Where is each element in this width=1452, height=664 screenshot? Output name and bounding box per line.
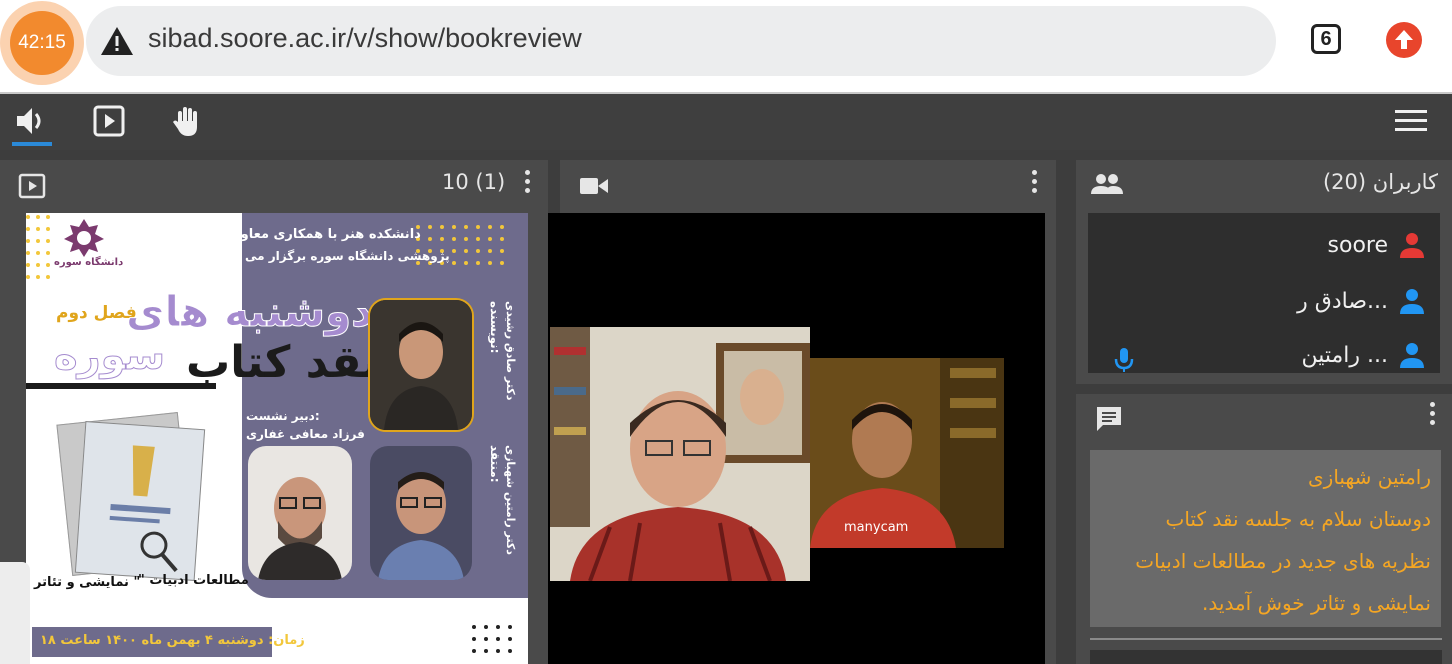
user-name: soore xyxy=(1327,232,1388,258)
video-options-icon[interactable] xyxy=(1030,170,1038,198)
poster-org-line1: دانشکده هنر با همکاری معاونت xyxy=(222,227,421,242)
critic-name: دکتر رامتین شهبازی xyxy=(504,445,517,555)
poster-season: فصل دوم xyxy=(56,303,137,323)
poster-title-2: سوره xyxy=(53,333,166,380)
video-stream[interactable]: manycam xyxy=(548,213,1045,664)
secretary-name: فرزاد معافی غفاری xyxy=(246,427,365,441)
active-indicator xyxy=(12,142,52,146)
chat-message: رامتین شهبازی دوستان سلام به جلسه نقد کت… xyxy=(1090,450,1441,627)
secretary-label: دبیر نشست: xyxy=(246,409,320,423)
user-item[interactable]: رامتین ... xyxy=(1301,341,1426,369)
warning-icon[interactable] xyxy=(100,26,134,56)
chat-line: دوستان سلام به جلسه نقد کتاب xyxy=(1165,507,1432,531)
user-icon xyxy=(1400,289,1424,314)
users-icon xyxy=(1091,174,1123,194)
presentation-icon[interactable] xyxy=(88,100,130,142)
secretary-photo xyxy=(248,446,352,580)
chat-line: نظریه های جدید در مطالعات ادبیات xyxy=(1135,549,1431,573)
slide-nav-handle[interactable] xyxy=(0,562,30,664)
poster-dots-bottom xyxy=(472,625,520,661)
poster-title-underline xyxy=(26,383,216,389)
chat-icon xyxy=(1097,407,1121,431)
poster-title-1: دوشنبه های xyxy=(126,287,374,337)
camera-icon xyxy=(580,178,608,194)
url-text[interactable]: sibad.soore.ac.ir/v/show/bookreview xyxy=(148,23,582,54)
update-icon[interactable] xyxy=(1386,22,1422,58)
critic-photo xyxy=(370,446,472,580)
chat-input[interactable] xyxy=(1090,650,1442,664)
chat-line: نمایشی و تئاتر خوش آمدید. xyxy=(1202,591,1431,615)
user-icon xyxy=(1400,343,1424,368)
browser-bar: 42:15 sibad.soore.ac.ir/v/show/bookrevie… xyxy=(0,0,1452,94)
chat-divider xyxy=(1090,638,1442,640)
chat-options-icon[interactable] xyxy=(1428,402,1436,430)
tab-count: 6 xyxy=(1320,27,1332,50)
users-title: کاربران (20) xyxy=(1322,170,1438,194)
user-name: رامتین ... xyxy=(1301,342,1388,368)
chat-sender: رامتین شهبازی xyxy=(1308,465,1431,489)
camera-feed-presenter xyxy=(550,327,810,581)
timer-text: 42:15 xyxy=(10,11,74,75)
menu-icon[interactable] xyxy=(1390,100,1432,142)
user-item[interactable]: صادق ر... xyxy=(1297,287,1426,315)
author-photo xyxy=(368,298,474,432)
speaker-icon[interactable] xyxy=(10,100,52,142)
author-label: نویسنده: xyxy=(488,301,502,354)
user-item[interactable]: soore xyxy=(1328,231,1426,259)
session-toolbar xyxy=(0,94,1452,150)
poster-time: زمان: دوشنبه ۴ بهمن ماه ۱۴۰۰ ساعت ۱۸ xyxy=(40,633,305,648)
critic-label: منتقد: xyxy=(488,445,502,483)
author-name: دکتر صادق رشیدی xyxy=(504,301,517,401)
microphone-icon xyxy=(1114,348,1134,372)
book-cover xyxy=(74,420,206,582)
presentation-header: 10 (1) xyxy=(0,160,548,210)
tab-switcher-button[interactable]: 6 xyxy=(1311,24,1341,54)
page-indicator[interactable]: 10 (1) xyxy=(442,170,505,194)
book-title-b: نمایشی و تئاتر " xyxy=(34,575,141,590)
university-logo-icon xyxy=(64,219,104,257)
slide-icon xyxy=(18,173,46,199)
poster-title-3: نقد کتاب xyxy=(186,337,380,388)
address-bar[interactable]: sibad.soore.ac.ir/v/show/bookreview xyxy=(86,6,1276,76)
university-label: دانشگاه سوره xyxy=(54,257,124,268)
book-title-a: " مطالعات ادبیات xyxy=(138,573,249,588)
user-name: صادق ر... xyxy=(1297,288,1388,314)
poster-time-banner: زمان: دوشنبه ۴ بهمن ماه ۱۴۰۰ ساعت ۱۸ xyxy=(32,627,305,657)
recording-timer[interactable]: 42:15 xyxy=(0,1,86,85)
raise-hand-icon[interactable] xyxy=(166,100,208,142)
video-watermark: manycam xyxy=(844,520,909,535)
presentation-slide: دانشگاه سوره دانشکده هنر با همکاری معاون… xyxy=(26,213,528,664)
poster-dots-left xyxy=(26,215,56,287)
presentation-options-icon[interactable] xyxy=(523,170,531,198)
users-list: soore صادق ر... رامتین ... xyxy=(1088,213,1440,373)
poster-org-line2: پژوهشی دانشگاه سوره برگزار می کند xyxy=(222,249,450,263)
user-icon xyxy=(1400,233,1424,258)
camera-feed-critic: manycam xyxy=(810,358,1004,548)
